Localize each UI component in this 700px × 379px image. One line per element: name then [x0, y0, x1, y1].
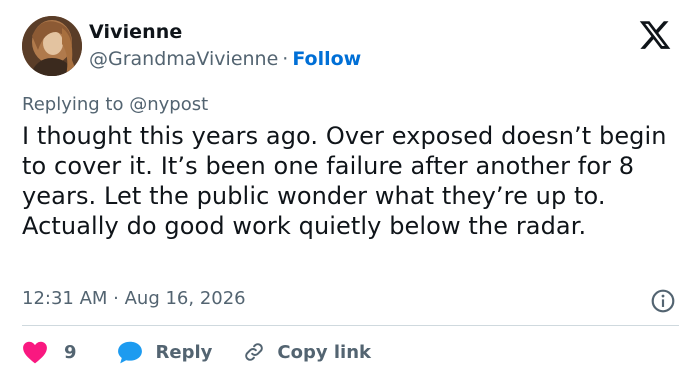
avatar[interactable] — [22, 16, 82, 76]
heart-icon — [23, 341, 47, 364]
like-count: 9 — [64, 341, 77, 363]
tweet-embed-card: Vivienne @GrandmaVivienne · Follow Replyin… — [0, 0, 700, 379]
author-handle-row: @GrandmaVivienne · Follow — [89, 48, 361, 70]
separator-dot: · — [282, 48, 289, 70]
avatar-photo — [22, 16, 82, 76]
reply-label: Reply — [155, 341, 213, 363]
action-bar: 9 Reply Copy link — [22, 338, 371, 366]
replying-target-link[interactable]: @nypost — [129, 94, 208, 115]
copy-link-button[interactable]: Copy link — [242, 340, 371, 364]
info-icon[interactable] — [650, 288, 676, 314]
author-name[interactable]: Vivienne — [89, 21, 182, 43]
tweet-text: I thought this years ago. Over exposed d… — [22, 122, 667, 240]
copy-link-label: Copy link — [277, 341, 371, 363]
reply-bubble-icon — [117, 341, 142, 364]
like-button[interactable]: 9 — [22, 340, 77, 364]
tweet-timestamp[interactable]: 12:31 AM · Aug 16, 2026 — [22, 288, 246, 309]
divider — [22, 325, 679, 326]
replying-prefix: Replying to — [22, 94, 124, 115]
author-handle[interactable]: @GrandmaVivienne — [89, 48, 278, 70]
replying-to: Replying to @nypost — [22, 94, 208, 115]
x-logo-icon[interactable] — [636, 18, 674, 52]
reply-button[interactable]: Reply — [117, 340, 213, 364]
follow-button[interactable]: Follow — [292, 48, 361, 70]
link-icon — [245, 343, 264, 361]
